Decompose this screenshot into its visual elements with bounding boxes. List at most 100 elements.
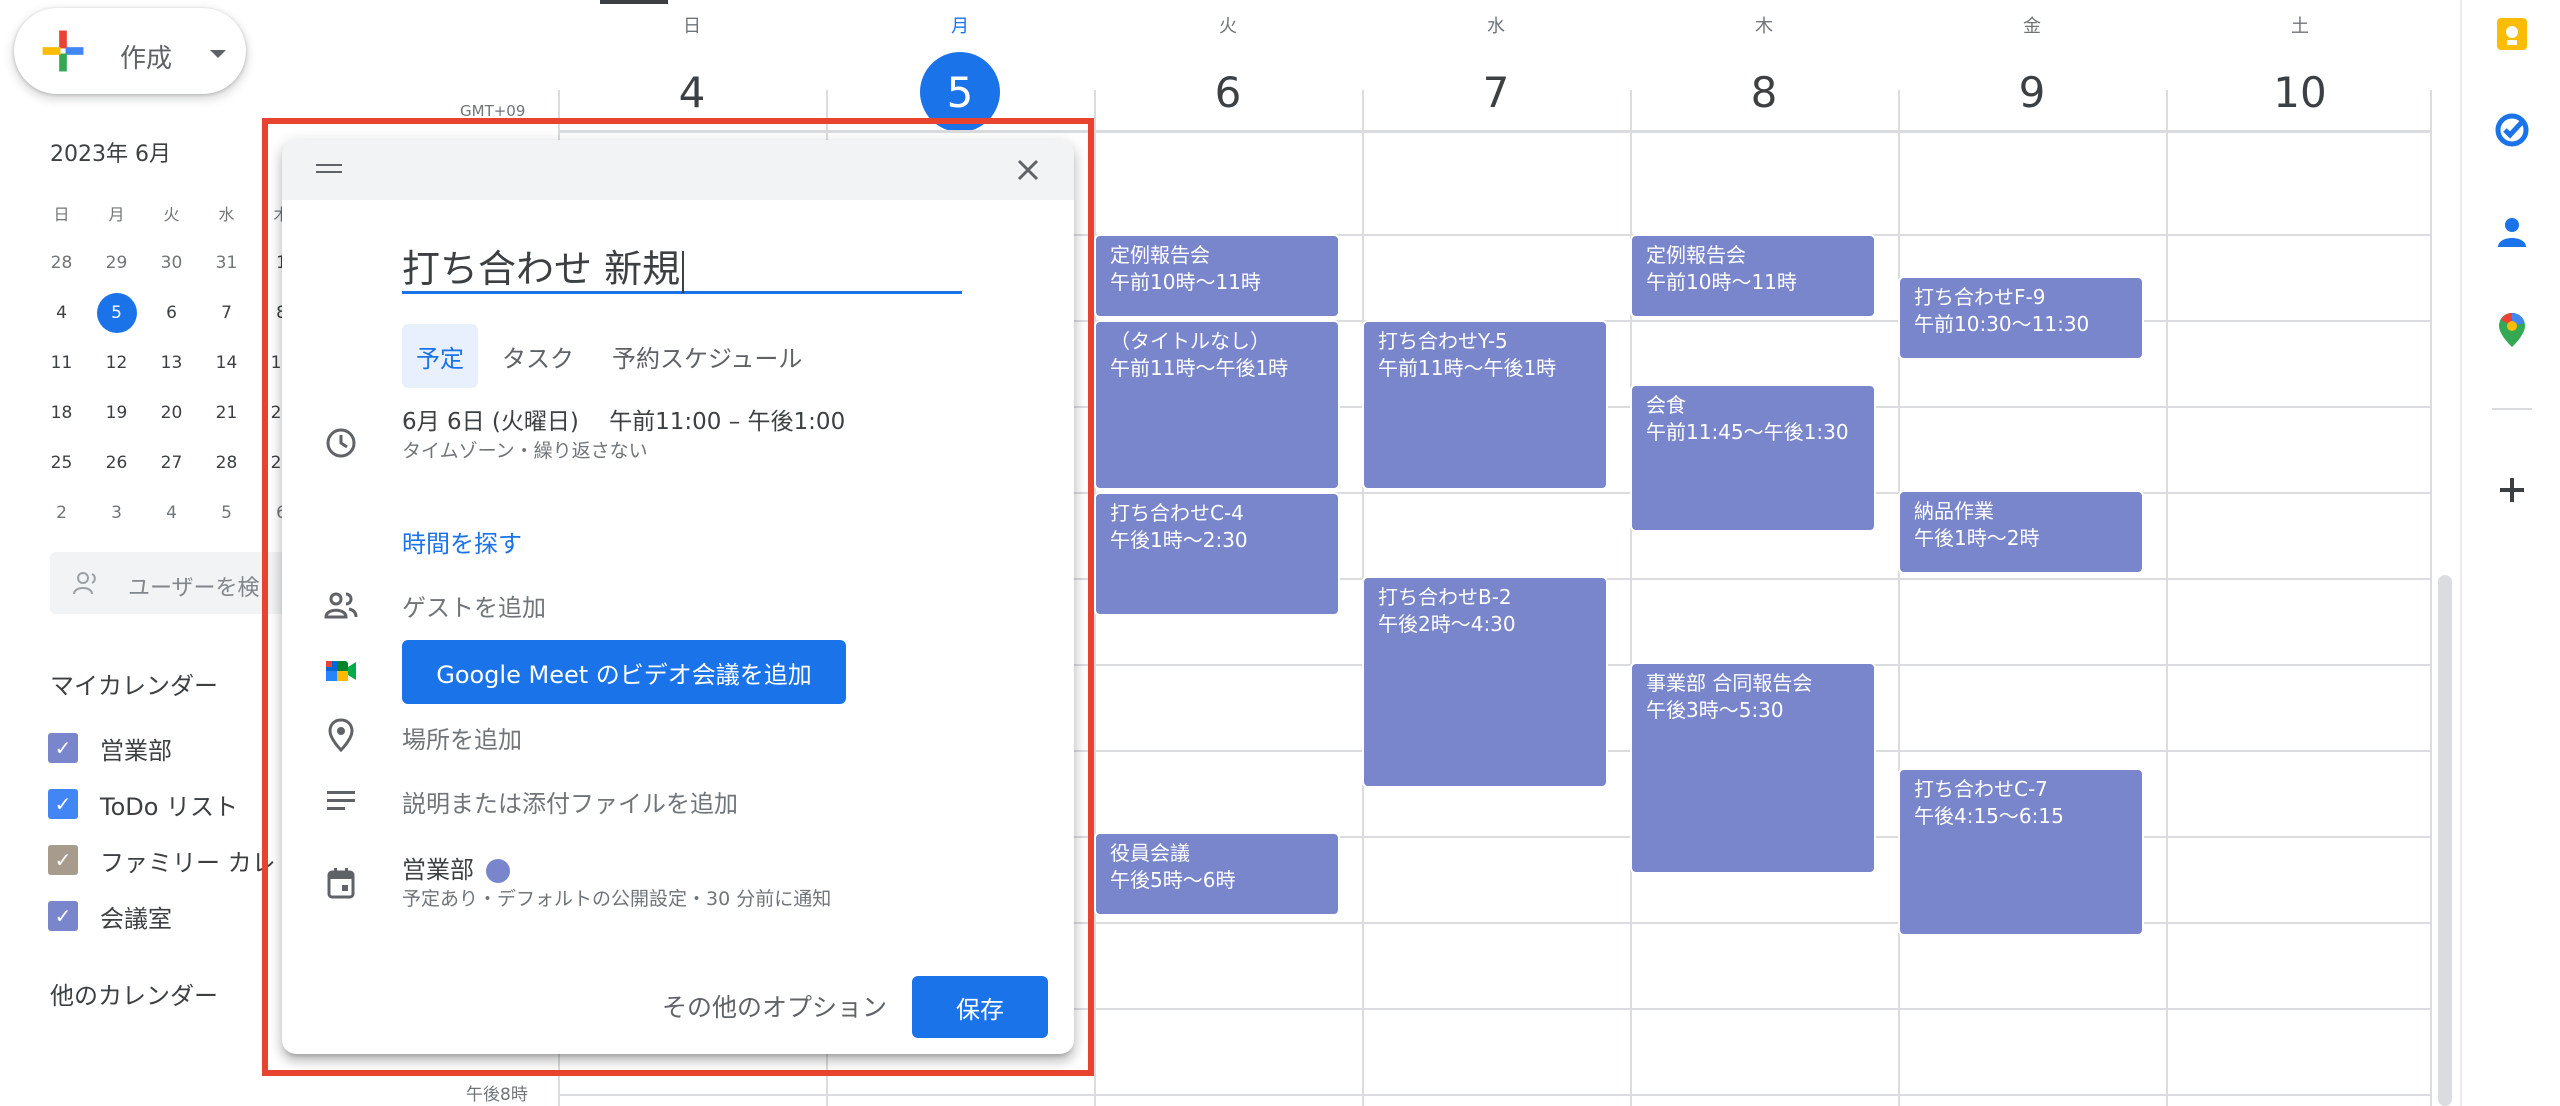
event-block[interactable]: 定例報告会 午前10時〜11時: [1094, 234, 1340, 318]
calendar-selector[interactable]: 営業部: [402, 850, 510, 885]
event-block[interactable]: 打ち合わせF-9 午前10:30〜11:30: [1898, 276, 2144, 360]
mini-day-today[interactable]: 5: [89, 288, 144, 338]
event-block[interactable]: 納品作業 午後1時〜2時: [1898, 490, 2144, 574]
find-time-link[interactable]: 時間を探す: [402, 524, 522, 559]
contacts-icon[interactable]: [2492, 212, 2532, 252]
calendar-item-label: ファミリー カレ: [100, 848, 276, 877]
mini-day[interactable]: 31: [199, 238, 254, 288]
mini-day[interactable]: 13: [144, 338, 199, 388]
tab-appointment-schedule[interactable]: 予約スケジュール: [598, 324, 816, 388]
calendar-item-family[interactable]: ✓ ファミリー カレ: [48, 840, 276, 880]
event-block[interactable]: 打ち合わせY-5 午前11時〜午後1時: [1362, 320, 1608, 490]
view-tab-indicator: [600, 0, 668, 4]
mini-day[interactable]: 6: [144, 288, 199, 338]
mini-day[interactable]: 27: [144, 438, 199, 488]
more-options-button[interactable]: その他のオプション: [662, 988, 887, 1024]
grid-line: [1898, 90, 1900, 1106]
day-name: 水: [1487, 16, 1505, 37]
chevron-down-icon: [210, 50, 226, 58]
people-icon: [73, 572, 96, 595]
checkbox-checked-icon[interactable]: ✓: [48, 901, 78, 931]
my-calendars-title[interactable]: マイカレンダー: [50, 666, 218, 701]
mini-day[interactable]: 2: [34, 488, 89, 538]
mini-day[interactable]: 3: [89, 488, 144, 538]
event-block[interactable]: 会食 午前11:45〜午後1:30: [1630, 384, 1876, 532]
mini-day[interactable]: 30: [144, 238, 199, 288]
mini-day[interactable]: 28: [199, 438, 254, 488]
grid-line: [2166, 90, 2168, 1106]
event-title: 納品作業: [1914, 499, 1994, 523]
add-location-field[interactable]: 場所を追加: [402, 720, 522, 755]
event-block[interactable]: 打ち合わせB-2 午後2時〜4:30: [1362, 576, 1608, 788]
event-time: 午後1時〜2:30: [1110, 528, 1248, 552]
mini-weekday: 火: [163, 205, 180, 224]
add-google-meet-button[interactable]: Google Meet のビデオ会議を追加: [402, 640, 846, 704]
calendar-item-sales[interactable]: ✓ 営業部: [48, 728, 172, 768]
calendar-item-meeting-room[interactable]: ✓ 会議室: [48, 896, 172, 936]
event-block[interactable]: 打ち合わせC-4 午後1時〜2:30: [1094, 492, 1340, 616]
mini-day[interactable]: 26: [89, 438, 144, 488]
calendar-item-todo[interactable]: ✓ ToDo リスト: [48, 784, 238, 824]
mini-calendar-title: 2023年 6月: [50, 142, 171, 167]
mini-weekday: 水: [218, 205, 235, 224]
timezone-repeat-link[interactable]: タイムゾーン・繰り返さない: [402, 436, 648, 463]
event-title: 打ち合わせB-2: [1378, 585, 1512, 609]
mini-day[interactable]: 21: [199, 388, 254, 438]
add-guests-field[interactable]: ゲストを追加: [402, 588, 546, 623]
drag-handle-icon[interactable]: [316, 162, 342, 176]
event-block[interactable]: 事業部 合同報告会 午後3時〜5:30: [1630, 662, 1876, 874]
event-block[interactable]: 定例報告会 午前10時〜11時: [1630, 234, 1876, 318]
event-time: 午後4:15〜6:15: [1914, 804, 2064, 828]
event-time: 午前10時〜11時: [1646, 270, 1797, 294]
checkbox-checked-icon[interactable]: ✓: [48, 733, 78, 763]
mini-day[interactable]: 29: [89, 238, 144, 288]
event-title-input[interactable]: 打ち合わせ 新規: [402, 238, 962, 294]
create-button[interactable]: 作成: [14, 8, 246, 94]
dialog-header[interactable]: [282, 140, 1074, 200]
save-button[interactable]: 保存: [912, 976, 1048, 1038]
event-quick-create-dialog: 打ち合わせ 新規 予定 タスク 予約スケジュール 6月 6日 (火曜日) 午前1…: [282, 140, 1074, 1054]
mini-day[interactable]: 18: [34, 388, 89, 438]
tab-task[interactable]: タスク: [488, 324, 588, 388]
mini-day[interactable]: 7: [199, 288, 254, 338]
mini-day[interactable]: 12: [89, 338, 144, 388]
close-button[interactable]: [1010, 152, 1046, 188]
event-time: 午前10:30〜11:30: [1914, 312, 2090, 336]
event-datetime[interactable]: 6月 6日 (火曜日) 午前11:00 – 午後1:00: [402, 402, 845, 436]
tab-event[interactable]: 予定: [402, 324, 478, 388]
clock-icon: [322, 424, 360, 462]
mini-day[interactable]: 4: [34, 288, 89, 338]
event-block[interactable]: 打ち合わせC-7 午後4:15〜6:15: [1898, 768, 2144, 936]
other-calendars-title[interactable]: 他のカレンダー: [50, 976, 218, 1011]
add-icon[interactable]: [2492, 470, 2532, 510]
event-block[interactable]: （タイトルなし） 午前11時〜午後1時: [1094, 320, 1340, 490]
keep-icon[interactable]: [2492, 14, 2532, 54]
day-name: 月: [951, 16, 969, 37]
checkbox-checked-icon[interactable]: ✓: [48, 845, 78, 875]
calendar-color-dot: [486, 859, 510, 883]
mini-day[interactable]: 14: [199, 338, 254, 388]
mini-day[interactable]: 4: [144, 488, 199, 538]
checkbox-checked-icon[interactable]: ✓: [48, 789, 78, 819]
calendar-item-label: ToDo リスト: [100, 792, 239, 821]
maps-icon[interactable]: [2492, 310, 2532, 350]
hour-label: 午後8時: [466, 1085, 528, 1105]
tasks-icon[interactable]: [2492, 110, 2532, 150]
grid-line: [2430, 90, 2432, 1106]
mini-day[interactable]: 25: [34, 438, 89, 488]
event-time: 午前11:45〜午後1:30: [1646, 420, 1849, 444]
mini-weekday: 日: [53, 205, 70, 224]
mini-day[interactable]: 28: [34, 238, 89, 288]
mini-day[interactable]: 20: [144, 388, 199, 438]
event-title: 打ち合わせC-7: [1914, 777, 2048, 801]
calendar-icon: [322, 864, 360, 902]
mini-day[interactable]: 5: [199, 488, 254, 538]
grid-scrollbar[interactable]: [2438, 575, 2452, 1106]
mini-day[interactable]: 11: [34, 338, 89, 388]
calendar-details[interactable]: 予定あり・デフォルトの公開設定・30 分前に通知: [402, 884, 831, 911]
add-description-field[interactable]: 説明または添付ファイルを追加: [402, 784, 738, 819]
event-block[interactable]: 役員会議 午後5時〜6時: [1094, 832, 1340, 916]
mini-day[interactable]: 19: [89, 388, 144, 438]
guests-icon: [322, 586, 360, 624]
hour-line: [558, 1094, 2432, 1096]
